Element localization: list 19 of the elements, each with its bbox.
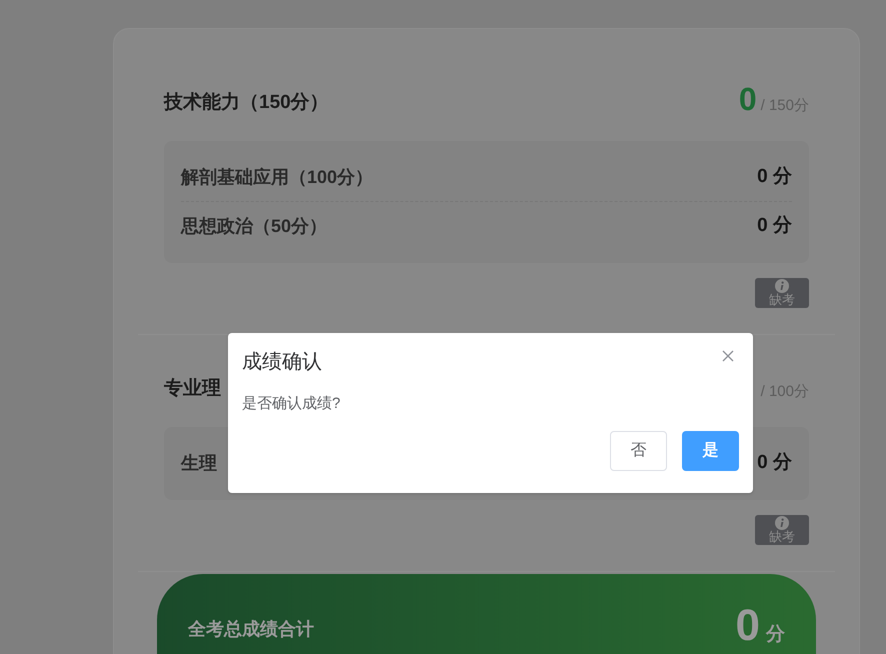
subject-score: 0 分 (757, 164, 792, 189)
subject-name: 思想政治（50分） (181, 215, 328, 238)
close-icon (722, 350, 734, 362)
subject-score: 0 分 (757, 451, 792, 476)
subject-score: 0 分 (757, 214, 792, 238)
close-button[interactable] (720, 348, 736, 364)
dialog-title: 成绩确认 (242, 350, 322, 375)
section-title: 专业理 (164, 376, 221, 400)
dialog-message: 是否确认成绩? (242, 394, 342, 414)
subject-name: 生理 (181, 452, 217, 475)
total-unit: 分 (766, 623, 785, 647)
total-score: 0 (736, 604, 760, 648)
total-label: 全考总成绩合计 (188, 618, 314, 641)
subject-name: 解剖基础应用（100分） (181, 166, 374, 188)
badge-text: 缺考 (769, 293, 795, 307)
section-title: 技术能力（150分） (164, 90, 329, 114)
badge-text: 缺考 (769, 530, 795, 544)
section-score: 0 (738, 82, 757, 114)
cancel-button[interactable]: 否 (610, 430, 667, 470)
